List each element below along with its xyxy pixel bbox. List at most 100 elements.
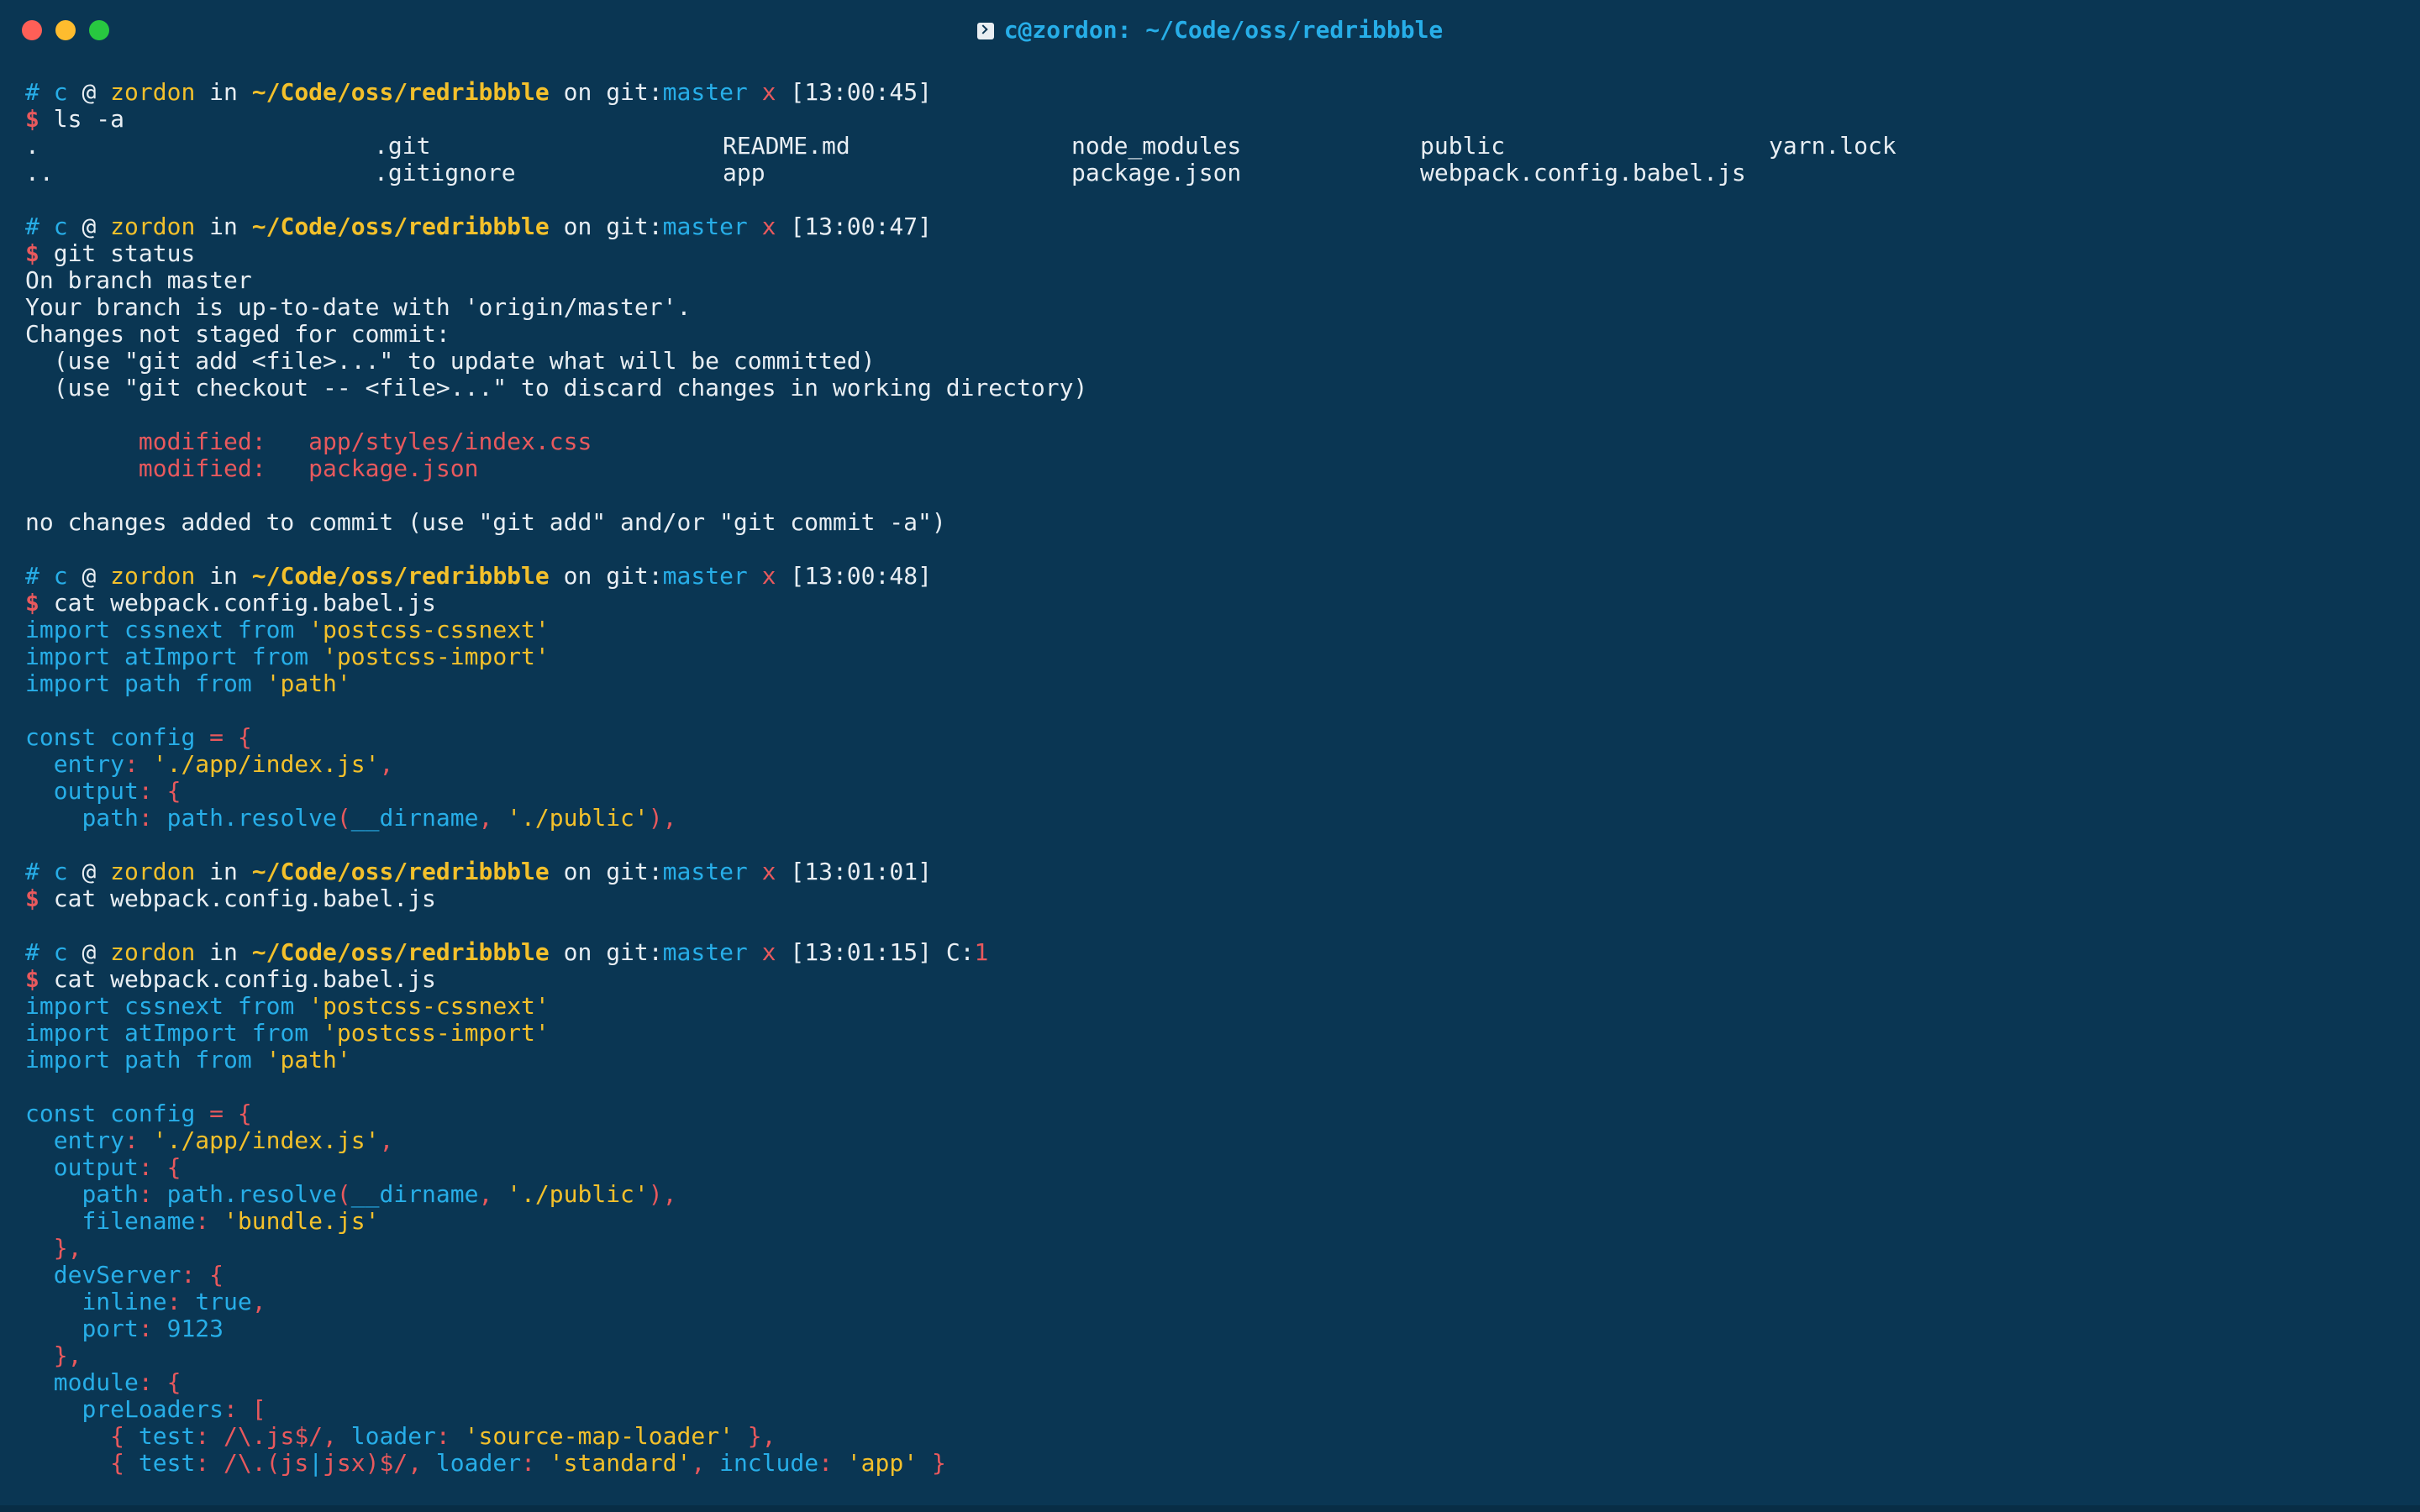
code-punctuation: : [818,1449,833,1477]
git-status-text: Changes not staged for commit: [25,320,450,348]
text [25,1422,110,1450]
terminal-icon [976,23,994,39]
code-string: 'postcss-cssnext' [308,992,550,1020]
code-punctuation: : [195,1207,210,1235]
text [25,1395,82,1423]
prompt-branch: master [662,213,748,240]
prompt-dirty-marker: x [761,213,776,240]
git-status-line: Changes not staged for commit: [25,321,2403,348]
code-line: path: path.resolve(__dirname, './public'… [25,1181,2403,1208]
text [153,1315,167,1342]
text [96,562,110,590]
text [96,1100,110,1127]
text [25,1153,54,1181]
code-punctuation: : [138,804,153,832]
prompt-host: zordon [110,858,196,885]
exit-code: 1 [974,938,989,966]
prompt-path: ~/Code/oss/redribbble [251,938,550,966]
text [238,213,252,240]
code-punctuation: } [931,1449,946,1477]
text [68,562,82,590]
prompt-dollar: $ [25,239,39,267]
code-property: entry [53,1126,125,1154]
text [68,78,82,106]
text [39,213,54,240]
text [195,858,209,885]
code-string: './app/index.js' [152,1126,380,1154]
ls-row: . .git README.md node_modules public yarn.loc… [25,133,2403,160]
text [266,454,309,482]
prompt-host: zordon [110,78,196,106]
code-punctuation: { [166,777,182,805]
code-keyword: config [110,1100,196,1127]
prompt-host: zordon [110,562,196,590]
text [25,1207,82,1235]
code-punctuation: : [138,1368,153,1396]
prompt-line: # c @ zordon in ~/Code/oss/redribbble on… [25,79,2403,106]
prompt-dirty-marker: x [761,562,776,590]
modified-line: modified: app/styles/index.css [25,428,2403,455]
text [110,669,124,697]
prompt-at: @ [82,562,97,590]
code-property: include [719,1449,819,1477]
command-text: cat webpack.config.babel.js [53,589,436,617]
text [195,1261,209,1289]
code-line: }, [25,1342,2403,1369]
code-punctuation: , [408,1449,423,1477]
text [25,750,54,778]
text [550,858,564,885]
code-punctuation: ), [648,804,677,832]
code-string: 'path' [266,1046,351,1074]
prompt-dollar: $ [25,589,39,617]
git-status-line: Your branch is up-to-date with 'origin/m… [25,294,2403,321]
text [748,858,762,885]
text [153,804,167,832]
text [492,804,507,832]
text [25,1368,54,1396]
code-line: import atImport from 'postcss-import' [25,643,2403,670]
code-punctuation: { [209,1261,224,1289]
code-keyword: const [25,1100,97,1127]
text [124,1422,139,1450]
prompt-on: on [563,78,592,106]
code-punctuation: = [209,723,224,751]
text [592,562,606,590]
prompt-branch: master [662,858,748,885]
code-property: test [138,1449,196,1477]
ls-entry: webpack.config.babel.js [1420,159,1746,186]
text [39,885,54,912]
command-line: $ cat webpack.config.babel.js [25,885,2403,912]
code-punctuation: , [478,804,493,832]
code-line: output: { [25,1154,2403,1181]
prompt-dollar: $ [25,105,39,133]
text [776,78,791,106]
prompt-branch: master [662,562,748,590]
code-property: loader [435,1449,522,1477]
code-string: './app/index.js' [152,750,380,778]
terminal-output[interactable]: # c @ zordon in ~/Code/oss/redribbble on… [25,79,2403,1477]
code-punctuation: , [323,1422,337,1450]
prompt-dirty-marker: x [761,858,776,885]
code-line: entry: './app/index.js', [25,751,2403,778]
prompt-dollar: $ [25,965,39,993]
code-string: 'app' [846,1449,918,1477]
text [550,78,564,106]
window-title: c@zordon: ~/Code/oss/redribbble [1003,16,1444,44]
code-property: path.resolve [166,1180,337,1208]
code-keyword: import [25,669,111,697]
code-line: inline: true, [25,1289,2403,1315]
ls-entry: README.md [723,132,850,160]
code-property: loader [350,1422,436,1450]
text [450,1422,465,1450]
code-line: { test: /\.js$/, loader: 'source-map-loa… [25,1423,2403,1450]
prompt-host: zordon [110,938,196,966]
text [25,454,139,482]
text [110,992,124,1020]
code-property: path [82,1180,139,1208]
ls-entry: .gitignore [374,159,516,186]
code-line: devServer: { [25,1262,2403,1289]
